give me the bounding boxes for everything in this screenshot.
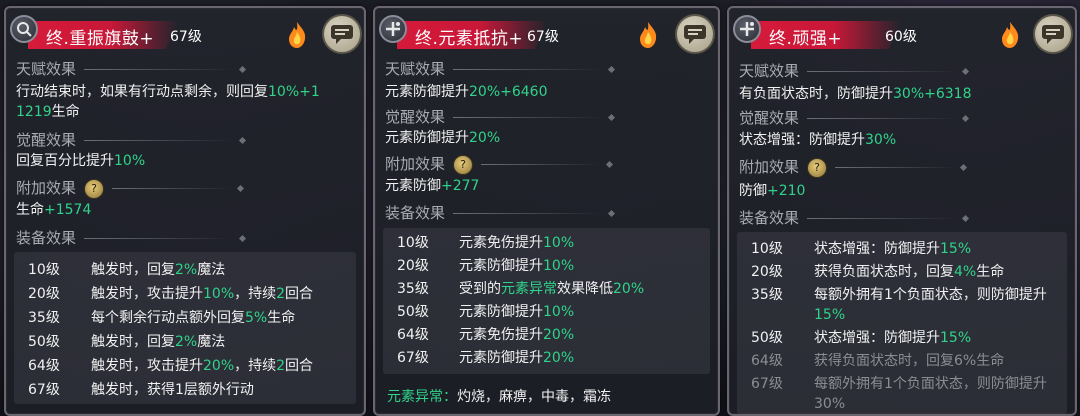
skill-card-tenacity: 终.顽强+ 60级 天赋效果 有负面状态时，防御提升30%+6318 觉醒效果 …: [727, 6, 1077, 416]
section-talent: 天赋效果: [16, 58, 247, 79]
awaken-text: 元素防御提升20%: [385, 130, 501, 146]
card-title: 终.元素抵抗+: [415, 29, 524, 49]
section-talent: 天赋效果: [385, 58, 616, 79]
section-equip: 装备效果: [16, 227, 247, 248]
section-equip: 装备效果: [739, 207, 970, 228]
section-label: 天赋效果: [16, 60, 77, 78]
awaken-text: 回复百分比提升10%: [16, 153, 146, 169]
skill-card-element-resist: 终.元素抵抗+ 67级 天赋效果 元素防御提升20%+6460 觉醒效果 元素防…: [373, 6, 720, 416]
equip-table: 10级 触发时，回复2%魔法 20级 触发时，攻击提升10%，持续2回合 35级…: [14, 252, 356, 404]
section-bonus: 附加效果?: [739, 156, 968, 178]
talent-text: 有负面状态时，防御提升30%+6318: [739, 86, 972, 102]
section-equip: 装备效果: [385, 202, 616, 223]
card-header: 终.重振旗鼓+ 67级: [6, 8, 364, 56]
bonus-text: 元素防御+277: [385, 178, 480, 194]
chat-bubble-icon[interactable]: [322, 14, 362, 54]
section-awaken: 觉醒效果: [16, 129, 247, 150]
section-bonus: 附加效果?: [16, 177, 245, 199]
chat-bubble-icon[interactable]: [1033, 14, 1073, 54]
card-title: 终.重振旗鼓+: [46, 29, 155, 49]
equip-table: 10级 元素免伤提升10% 20级 元素防御提升10% 35级 受到的元素异常效…: [383, 228, 710, 374]
awaken-rune-icon: ?: [84, 178, 105, 199]
section-talent: 天赋效果: [739, 60, 970, 81]
card-level: 67级: [527, 29, 559, 45]
skill-badge-icon[interactable]: [10, 15, 38, 43]
chat-bubble-icon[interactable]: [675, 14, 715, 54]
section-awaken: 觉醒效果: [739, 107, 970, 128]
equip-table: 10级 状态增强：防御提升15% 20级 获得负面状态时，回复4%生命 35级 …: [737, 232, 1067, 414]
talent-text: 行动结束时，如果有行动点剩余，则回复10%+1 1219生命: [16, 84, 320, 120]
flame-icon: [997, 20, 1023, 50]
card-header: 终.元素抵抗+ 67级: [375, 8, 718, 56]
card-level: 60级: [885, 29, 917, 45]
awaken-rune-icon: ?: [807, 157, 828, 178]
card-header: 终.顽强+ 60级: [729, 8, 1075, 56]
flame-icon: [284, 20, 310, 50]
element-ailment-note: 元素异常：灼烧，麻痹，中毒，霜冻: [387, 389, 611, 405]
card-title: 终.顽强+: [769, 29, 843, 49]
card-level: 67级: [170, 29, 202, 45]
section-awaken: 觉醒效果: [385, 106, 616, 127]
skill-badge-icon[interactable]: [379, 15, 407, 43]
flame-icon: [635, 20, 661, 50]
skill-badge-icon[interactable]: [733, 15, 761, 43]
bonus-text: 防御+210: [739, 183, 806, 199]
awaken-rune-icon: ?: [453, 154, 474, 175]
awaken-text: 状态增强：防御提升30%: [739, 132, 897, 148]
bonus-text: 生命+1574: [16, 202, 92, 218]
skill-card-rally: 终.重振旗鼓+ 67级 天赋效果 行动结束时，如果有行动点剩余，则回复10%+1…: [4, 6, 366, 416]
section-bonus: 附加效果?: [385, 153, 614, 175]
talent-text: 元素防御提升20%+6460: [385, 84, 548, 100]
